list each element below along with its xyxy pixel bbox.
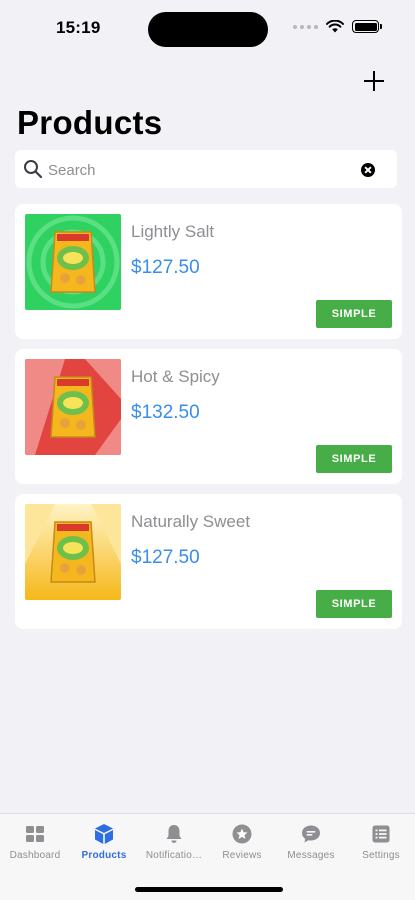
product-card[interactable]: Lightly Salt $127.50 SIMPLE [15,204,402,339]
dashboard-icon [26,826,44,842]
tab-settings[interactable]: Settings [345,822,415,868]
status-icons [293,20,382,33]
tab-dashboard[interactable]: Dashboard [0,822,71,868]
settings-icon [372,825,390,843]
product-image [25,504,121,600]
product-price: $132.50 [131,402,200,423]
product-image [25,214,121,310]
tab-label: Settings [362,850,400,861]
product-name: Lightly Salt [131,222,215,241]
search-input[interactable] [48,158,358,182]
search-bar[interactable] [15,150,397,188]
product-price: $127.50 [131,547,200,568]
tab-notifications[interactable]: Notificatio… [138,822,210,868]
product-image [25,359,121,455]
product-card[interactable]: Hot & Spicy $132.50 SIMPLE [15,349,402,484]
product-card[interactable]: Naturally Sweet $127.50 SIMPLE [15,494,402,629]
add-product-button[interactable] [359,66,389,96]
products-icon [95,824,113,844]
clear-search-icon[interactable] [361,163,375,177]
product-price: $127.50 [131,257,200,278]
product-name: Naturally Sweet [131,512,251,531]
status-bar: 15:19 [0,0,415,56]
tab-reviews[interactable]: Reviews [206,822,278,868]
tab-label: Messages [287,850,335,861]
tab-label: Reviews [222,850,262,861]
tab-messages[interactable]: Messages [275,822,347,868]
product-type-badge: SIMPLE [316,300,392,328]
product-name: Hot & Spicy [131,367,220,386]
product-list: Lightly Salt $127.50 SIMPLE Hot & Spicy … [15,204,402,639]
wifi-icon [326,20,344,33]
home-indicator [135,887,283,892]
dynamic-island [148,12,268,47]
product-type-badge: SIMPLE [316,590,392,618]
signal-icon [293,24,318,29]
bell-icon [166,825,182,843]
star-icon [232,824,252,844]
tab-label: Products [81,850,127,861]
status-time: 15:19 [56,18,101,37]
product-type-badge: SIMPLE [316,445,392,473]
page-title: Products [17,104,163,141]
tab-label: Notificatio… [145,850,203,861]
search-icon [24,160,43,179]
battery-icon [352,20,382,33]
message-icon [302,825,320,843]
tab-label: Dashboard [9,850,61,861]
tab-products[interactable]: Products [68,822,140,868]
